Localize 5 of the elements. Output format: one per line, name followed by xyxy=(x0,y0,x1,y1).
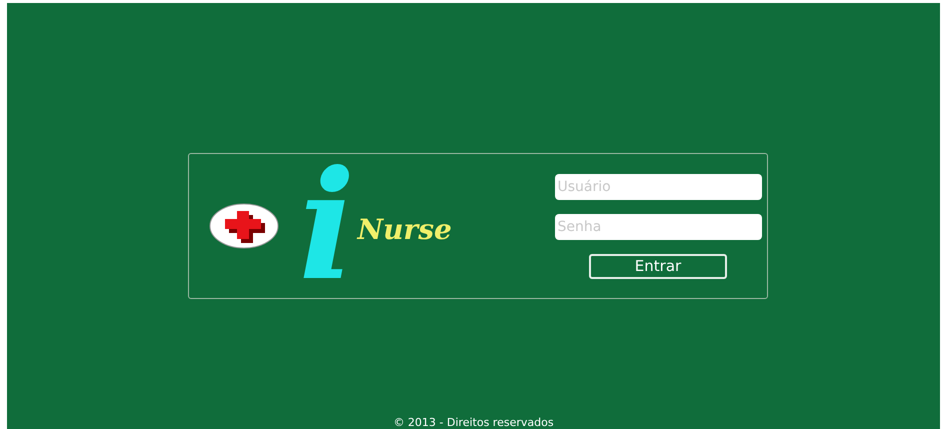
submit-button[interactable]: Entrar xyxy=(589,254,727,278)
copyright-text: © 2013 - Direitos reservados xyxy=(392,416,555,429)
logo-word: Nurse xyxy=(357,212,452,246)
medical-cross-icon xyxy=(208,203,278,249)
logo-letter: i xyxy=(298,161,356,291)
